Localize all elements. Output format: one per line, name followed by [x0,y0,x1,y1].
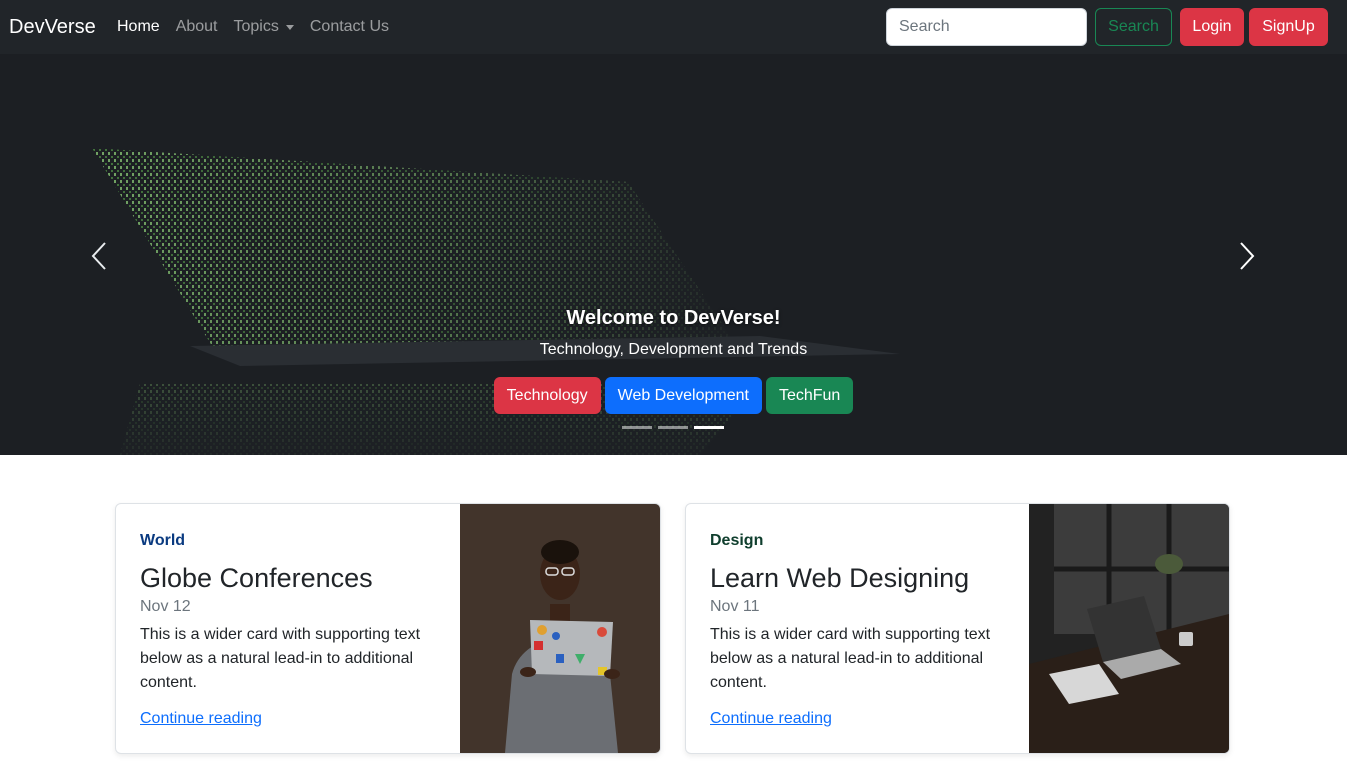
card-category: World [140,532,186,549]
brand-logo[interactable]: DevVerse [9,14,96,40]
continue-reading-link[interactable]: Continue reading [710,709,832,729]
nav-link-topics-label: Topics [233,18,279,35]
carousel-indicators [622,426,724,429]
hero-carousel: Welcome to DevVerse! Technology, Develop… [0,54,1347,455]
login-button[interactable]: Login [1180,8,1244,46]
hero-title: Welcome to DevVerse! [566,307,781,329]
nav-link-contact[interactable]: Contact Us [310,16,389,38]
hero-subtitle: Technology, Development and Trends [539,341,808,358]
web-development-button[interactable]: Web Development [604,377,762,414]
card-date: Nov 11 [710,598,760,615]
post-card: Design Learn Web Designing Nov 11 This i… [685,503,1230,754]
techfun-button[interactable]: TechFun [765,377,854,414]
caret-down-icon [285,25,294,30]
nav-links: Home About Topics Contact Us [117,16,389,38]
card-title: Learn Web Designing [710,563,970,593]
search-input[interactable] [886,8,1087,46]
card-date: Nov 12 [140,598,191,615]
hero-topic-buttons: Technology Web Development TechFun [0,377,1347,414]
technology-button[interactable]: Technology [493,377,601,414]
navbar: DevVerse Home About Topics Contact Us Se… [0,0,1347,54]
carousel-indicator-3[interactable] [694,426,724,429]
chevron-right-icon [1240,242,1255,270]
card-thumbnail-image [460,504,660,753]
post-card: World Globe Conferences Nov 12 This is a… [115,503,661,754]
card-text: This is a wider card with supporting tex… [140,626,421,691]
card-category: Design [710,532,764,549]
search-button[interactable]: Search [1095,8,1172,46]
nav-link-home[interactable]: Home [117,16,160,38]
carousel-next-button[interactable] [1232,238,1262,274]
carousel-indicator-1[interactable] [622,426,652,429]
nav-dropdown-topics[interactable]: Topics [234,16,294,38]
card-text: This is a wider card with supporting tex… [710,626,991,691]
carousel-prev-button[interactable] [84,238,114,274]
chevron-left-icon [91,242,106,270]
signup-button[interactable]: SignUp [1249,8,1328,46]
card-thumbnail-image [1029,504,1229,753]
carousel-indicator-2[interactable] [658,426,688,429]
continue-reading-link[interactable]: Continue reading [140,709,262,729]
card-title: Globe Conferences [140,563,373,593]
nav-link-about[interactable]: About [176,16,218,38]
